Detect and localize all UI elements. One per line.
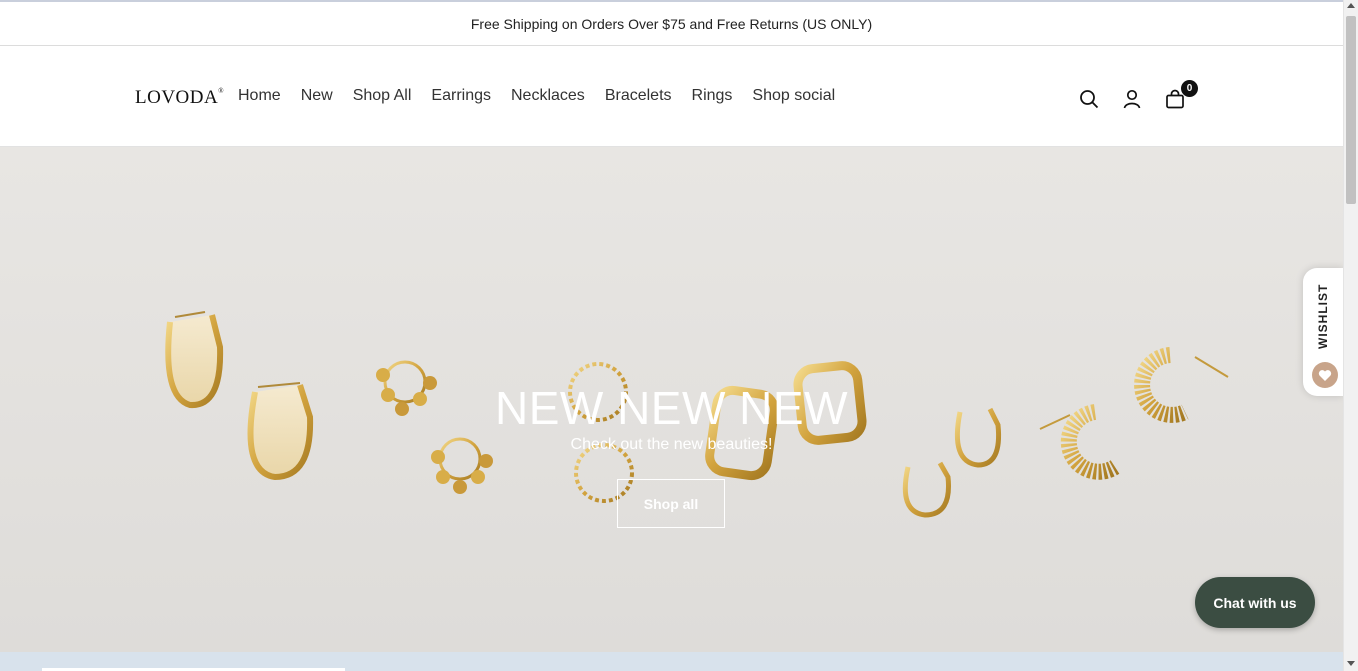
header-icons: 0 xyxy=(1078,80,1207,110)
hero-title: NEW NEW NEW xyxy=(494,382,848,434)
scroll-up-arrow-icon[interactable] xyxy=(1347,3,1355,8)
nav-shop-social[interactable]: Shop social xyxy=(752,87,835,105)
nav-new[interactable]: New xyxy=(301,87,333,105)
announcement-text: Free Shipping on Orders Over $75 and Fre… xyxy=(470,15,873,32)
nav-earrings[interactable]: Earrings xyxy=(431,87,491,105)
nav-rings[interactable]: Rings xyxy=(692,87,733,105)
search-icon[interactable] xyxy=(1078,88,1100,110)
wishlist-label: WISHLIST xyxy=(1316,283,1330,349)
announcement-bar: Free Shipping on Orders Over $75 and Fre… xyxy=(0,2,1343,46)
hero-banner: NEW NEW NEW Check out the new beauties! … xyxy=(0,147,1343,652)
account-icon[interactable] xyxy=(1121,88,1143,110)
logo-mark: ® xyxy=(218,86,225,95)
shop-all-button[interactable]: Shop all xyxy=(617,479,725,528)
hero-subtitle: Check out the new beauties! xyxy=(570,436,773,453)
nav-bracelets[interactable]: Bracelets xyxy=(605,87,672,105)
cart-count-badge: 0 xyxy=(1181,80,1198,97)
logo[interactable]: LOVODA® xyxy=(135,87,224,109)
chat-button[interactable]: Chat with us xyxy=(1195,577,1315,628)
scroll-thumb[interactable] xyxy=(1346,16,1356,204)
wishlist-tab[interactable]: WISHLIST xyxy=(1303,268,1343,396)
main-nav: Home New Shop All Earrings Necklaces Bra… xyxy=(238,87,855,105)
nav-necklaces[interactable]: Necklaces xyxy=(511,87,585,105)
cart-icon[interactable]: 0 xyxy=(1164,80,1198,110)
logo-text: LOVODA xyxy=(135,87,219,108)
scroll-down-arrow-icon[interactable] xyxy=(1347,661,1355,666)
site-header: LOVODA® Home New Shop All Earrings Neckl… xyxy=(0,46,1343,147)
nav-home[interactable]: Home xyxy=(238,87,281,105)
scrollbar[interactable] xyxy=(1343,0,1358,671)
heart-icon xyxy=(1312,362,1338,388)
nav-shop-all[interactable]: Shop All xyxy=(353,87,412,105)
